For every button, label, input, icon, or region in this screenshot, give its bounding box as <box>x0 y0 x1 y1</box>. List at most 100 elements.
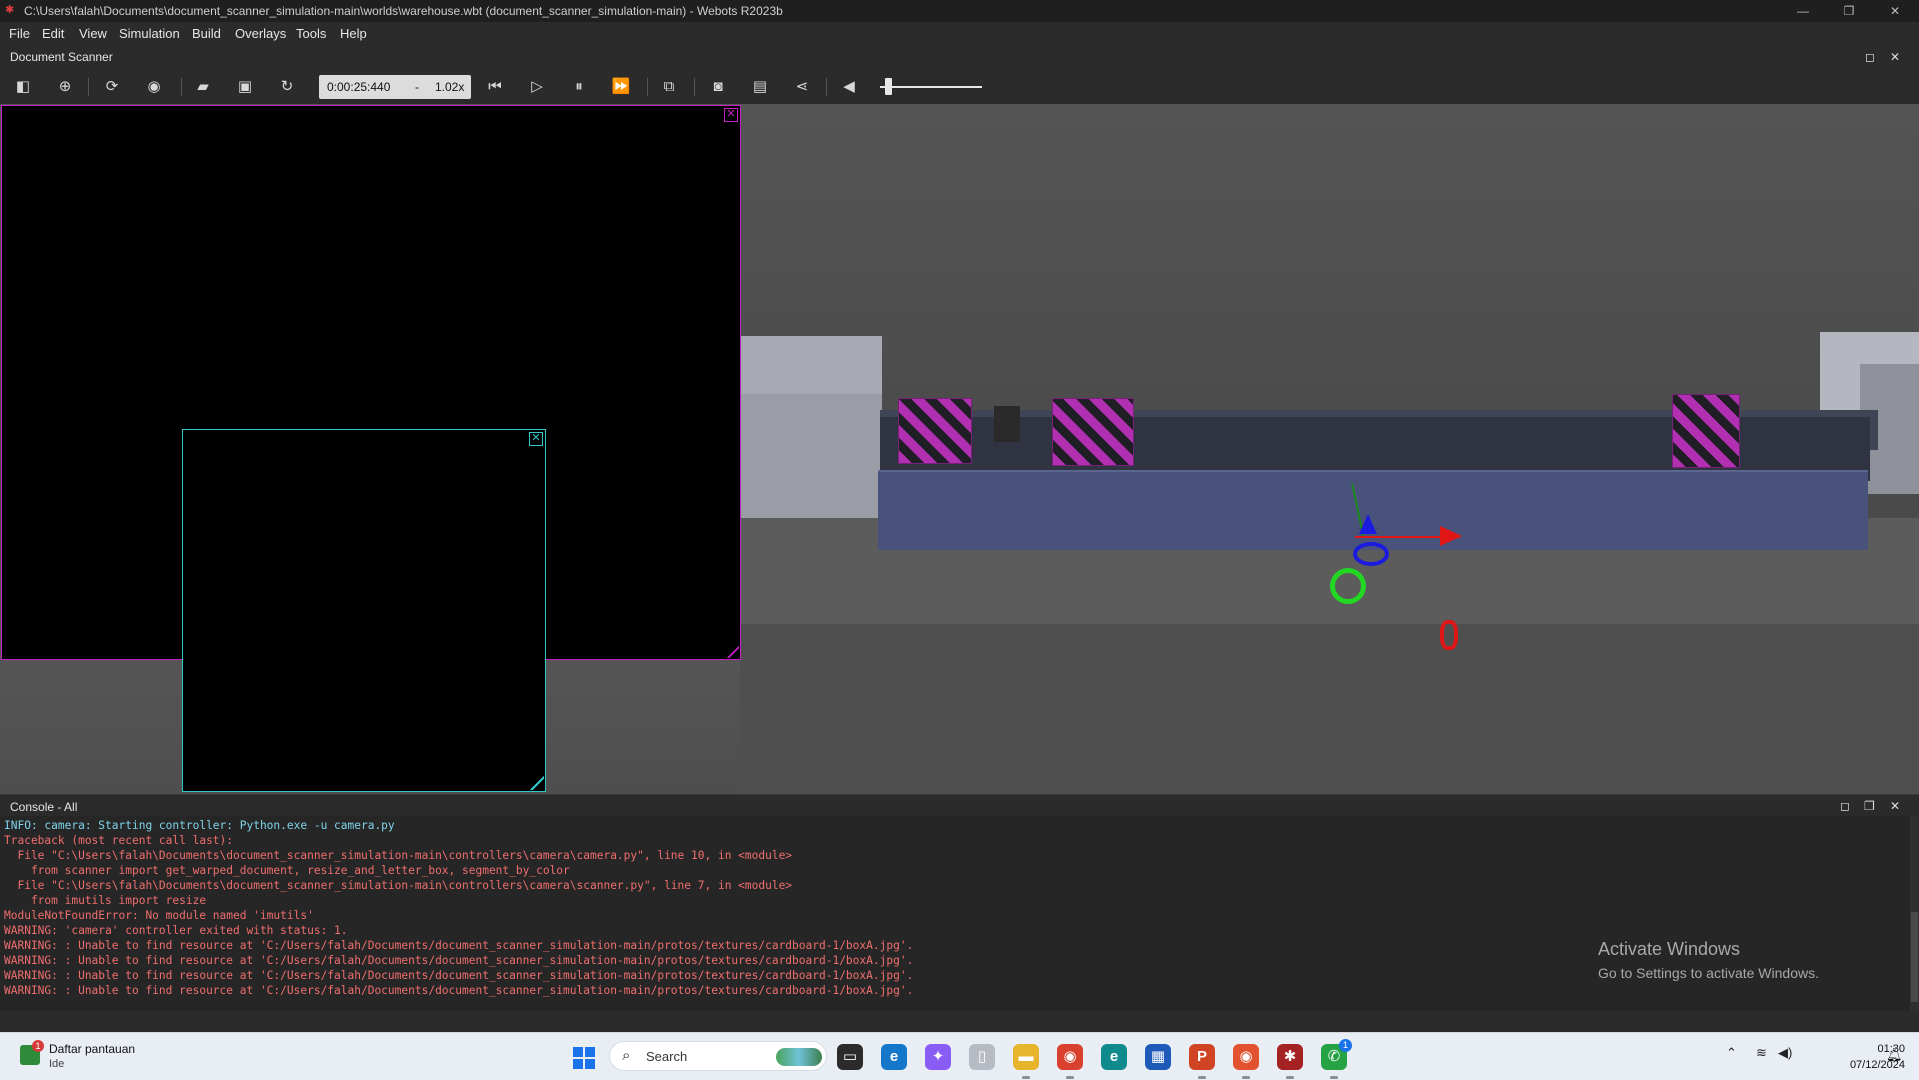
notification-bell-icon[interactable]: 🔔︎ <box>1886 1047 1903 1063</box>
volume-icon[interactable]: ◀ <box>838 76 860 98</box>
rotate-x-handle[interactable] <box>1440 620 1458 650</box>
console-header: Console - All ◻ ❐ ✕ <box>0 794 1919 817</box>
close-overlay-icon[interactable]: ✕ <box>529 432 543 446</box>
task-view-icon[interactable]: ▭ <box>837 1044 863 1070</box>
simulation-time: 0:00:25:440 <box>327 80 391 94</box>
menu-simulation[interactable]: Simulation <box>119 26 180 41</box>
cube-object[interactable] <box>898 398 972 464</box>
reset-simulation-icon[interactable]: ⏮ <box>484 76 506 98</box>
activate-windows-subtitle: Go to Settings to activate Windows. <box>1598 965 1819 981</box>
open-world-icon[interactable]: ▰ <box>192 76 214 98</box>
reload-world-icon[interactable]: ↻ <box>276 76 298 98</box>
display-overlay[interactable]: ✕ <box>182 429 546 792</box>
start-button[interactable] <box>573 1047 595 1069</box>
console-line: INFO: camera: Starting controller: Pytho… <box>4 819 395 832</box>
scene-tree-toggle-icon[interactable]: ◧ <box>12 76 34 98</box>
left-wall-top <box>740 336 882 394</box>
menu-help[interactable]: Help <box>340 26 367 41</box>
copilot-icon[interactable]: ✦ <box>925 1044 951 1070</box>
window-title-bar: ✱ C:\Users\falah\Documents\document_scan… <box>0 0 1919 22</box>
restore-button[interactable]: ❐ <box>1826 0 1872 22</box>
console-line: WARNING: : Unable to find resource at 'C… <box>4 939 914 952</box>
console-title: Console - All <box>10 800 78 814</box>
edge-icon[interactable]: e <box>881 1044 907 1070</box>
undock-console-icon[interactable]: ❐ <box>1864 799 1875 813</box>
eye-icon[interactable]: ◉ <box>143 76 165 98</box>
console-scrollbar-thumb[interactable] <box>1911 912 1918 1002</box>
volume-slider-track[interactable] <box>880 86 982 88</box>
pause-icon[interactable]: ⏸ <box>568 76 590 98</box>
chrome-icon[interactable]: ◉ <box>1057 1044 1083 1070</box>
status-area <box>0 1011 1919 1032</box>
step-icon[interactable]: ▷ <box>526 76 548 98</box>
dark-box-object[interactable] <box>994 406 1020 442</box>
menu-edit[interactable]: Edit <box>42 26 64 41</box>
rotate-z-handle[interactable] <box>1353 542 1389 566</box>
view-3d-icon[interactable]: ⧉ <box>658 76 680 98</box>
file-icon[interactable]: ▯ <box>969 1044 995 1070</box>
console-output[interactable]: INFO: camera: Starting controller: Pytho… <box>0 816 1910 1011</box>
menu-bar: File Edit View Simulation Build Overlays… <box>0 22 1919 46</box>
rotate-y-handle[interactable] <box>1330 568 1366 604</box>
maximize-panel-icon[interactable]: ◻ <box>1865 50 1875 64</box>
console-line: WARNING: : Unable to find resource at 'C… <box>4 969 914 982</box>
toolbar-separator <box>647 78 648 96</box>
add-node-icon[interactable]: ⊕ <box>54 76 76 98</box>
toolbar: ◧ ⊕ ⟳ ◉ ▰ ▣ ↻ 0:00:25:440 - 1.02x ⏮ ▷ ⏸ … <box>0 68 1919 104</box>
toolbar-separator <box>694 78 695 96</box>
save-world-icon[interactable]: ▣ <box>234 76 256 98</box>
maximize-console-icon[interactable]: ◻ <box>1840 799 1850 813</box>
chrome-profile-icon[interactable]: ◉ <box>1233 1044 1259 1070</box>
volume-slider-handle[interactable] <box>885 78 892 95</box>
console-line: File "C:\Users\falah\Documents\document_… <box>4 879 793 892</box>
menu-overlays[interactable]: Overlays <box>235 26 286 41</box>
menu-tools[interactable]: Tools <box>296 26 326 41</box>
speaker-icon[interactable]: ◀) <box>1778 1045 1792 1061</box>
screenshot-icon[interactable]: ◙ <box>707 76 729 98</box>
simulation-time-display: 0:00:25:440 - 1.02x <box>319 75 471 99</box>
movie-icon[interactable]: ▤ <box>749 76 771 98</box>
translate-z-handle[interactable] <box>1359 514 1377 534</box>
windows-logo-icon <box>585 1059 595 1069</box>
console-line: Traceback (most recent call last): <box>4 834 234 847</box>
menu-view[interactable]: View <box>79 26 107 41</box>
menu-file[interactable]: File <box>9 26 30 41</box>
resize-overlay-handle[interactable] <box>530 776 544 790</box>
time-separator: - <box>415 80 419 94</box>
console-line: from scanner import get_warped_document,… <box>4 864 570 877</box>
cube-object[interactable] <box>1052 398 1134 466</box>
watchlist-subtitle: Ide <box>49 1058 65 1070</box>
console-line: File "C:\Users\falah\Documents\document_… <box>4 849 793 862</box>
conveyor-front-wall <box>878 472 1868 550</box>
wifi-icon[interactable]: ≋ <box>1756 1045 1767 1061</box>
whatsapp-badge: 1 <box>1339 1039 1352 1052</box>
console-line: WARNING: 'camera' controller exited with… <box>4 924 348 937</box>
file-explorer-icon[interactable]: ▬ <box>1013 1044 1039 1070</box>
webots-icon[interactable]: ✱ <box>1277 1044 1303 1070</box>
console-line: from imutils import resize <box>4 894 207 907</box>
share-icon[interactable]: ⋖ <box>791 76 813 98</box>
resize-overlay-handle[interactable] <box>727 646 739 658</box>
window-title: C:\Users\falah\Documents\document_scanne… <box>24 4 783 18</box>
cube-object[interactable] <box>1672 394 1740 468</box>
close-console-icon[interactable]: ✕ <box>1890 799 1900 813</box>
fast-forward-icon[interactable]: ⏩ <box>610 76 632 98</box>
toolbar-separator <box>181 78 182 96</box>
search-icon: ⌕ <box>622 1047 631 1064</box>
taskbar-search[interactable]: ⌕ Search <box>609 1041 827 1071</box>
close-overlay-icon[interactable]: ✕ <box>724 108 738 122</box>
store-icon[interactable]: ▦ <box>1145 1044 1171 1070</box>
reload-view-icon[interactable]: ⟳ <box>101 76 123 98</box>
show-hidden-icons-icon[interactable]: ⌃ <box>1726 1045 1737 1061</box>
edge-dev-icon[interactable]: e <box>1101 1044 1127 1070</box>
menu-build[interactable]: Build <box>192 26 221 41</box>
translate-x-handle[interactable] <box>1440 526 1462 546</box>
console-scrollbar[interactable] <box>1910 816 1919 1011</box>
close-window-button[interactable]: ✕ <box>1872 0 1918 22</box>
windows-logo-icon <box>573 1047 583 1057</box>
powerpoint-icon[interactable]: P <box>1189 1044 1215 1070</box>
watchlist-title[interactable]: Daftar pantauan <box>49 1042 135 1056</box>
close-panel-icon[interactable]: ✕ <box>1890 50 1900 64</box>
minimize-button[interactable]: — <box>1780 0 1826 22</box>
watchlist-badge: 1 <box>32 1040 44 1052</box>
